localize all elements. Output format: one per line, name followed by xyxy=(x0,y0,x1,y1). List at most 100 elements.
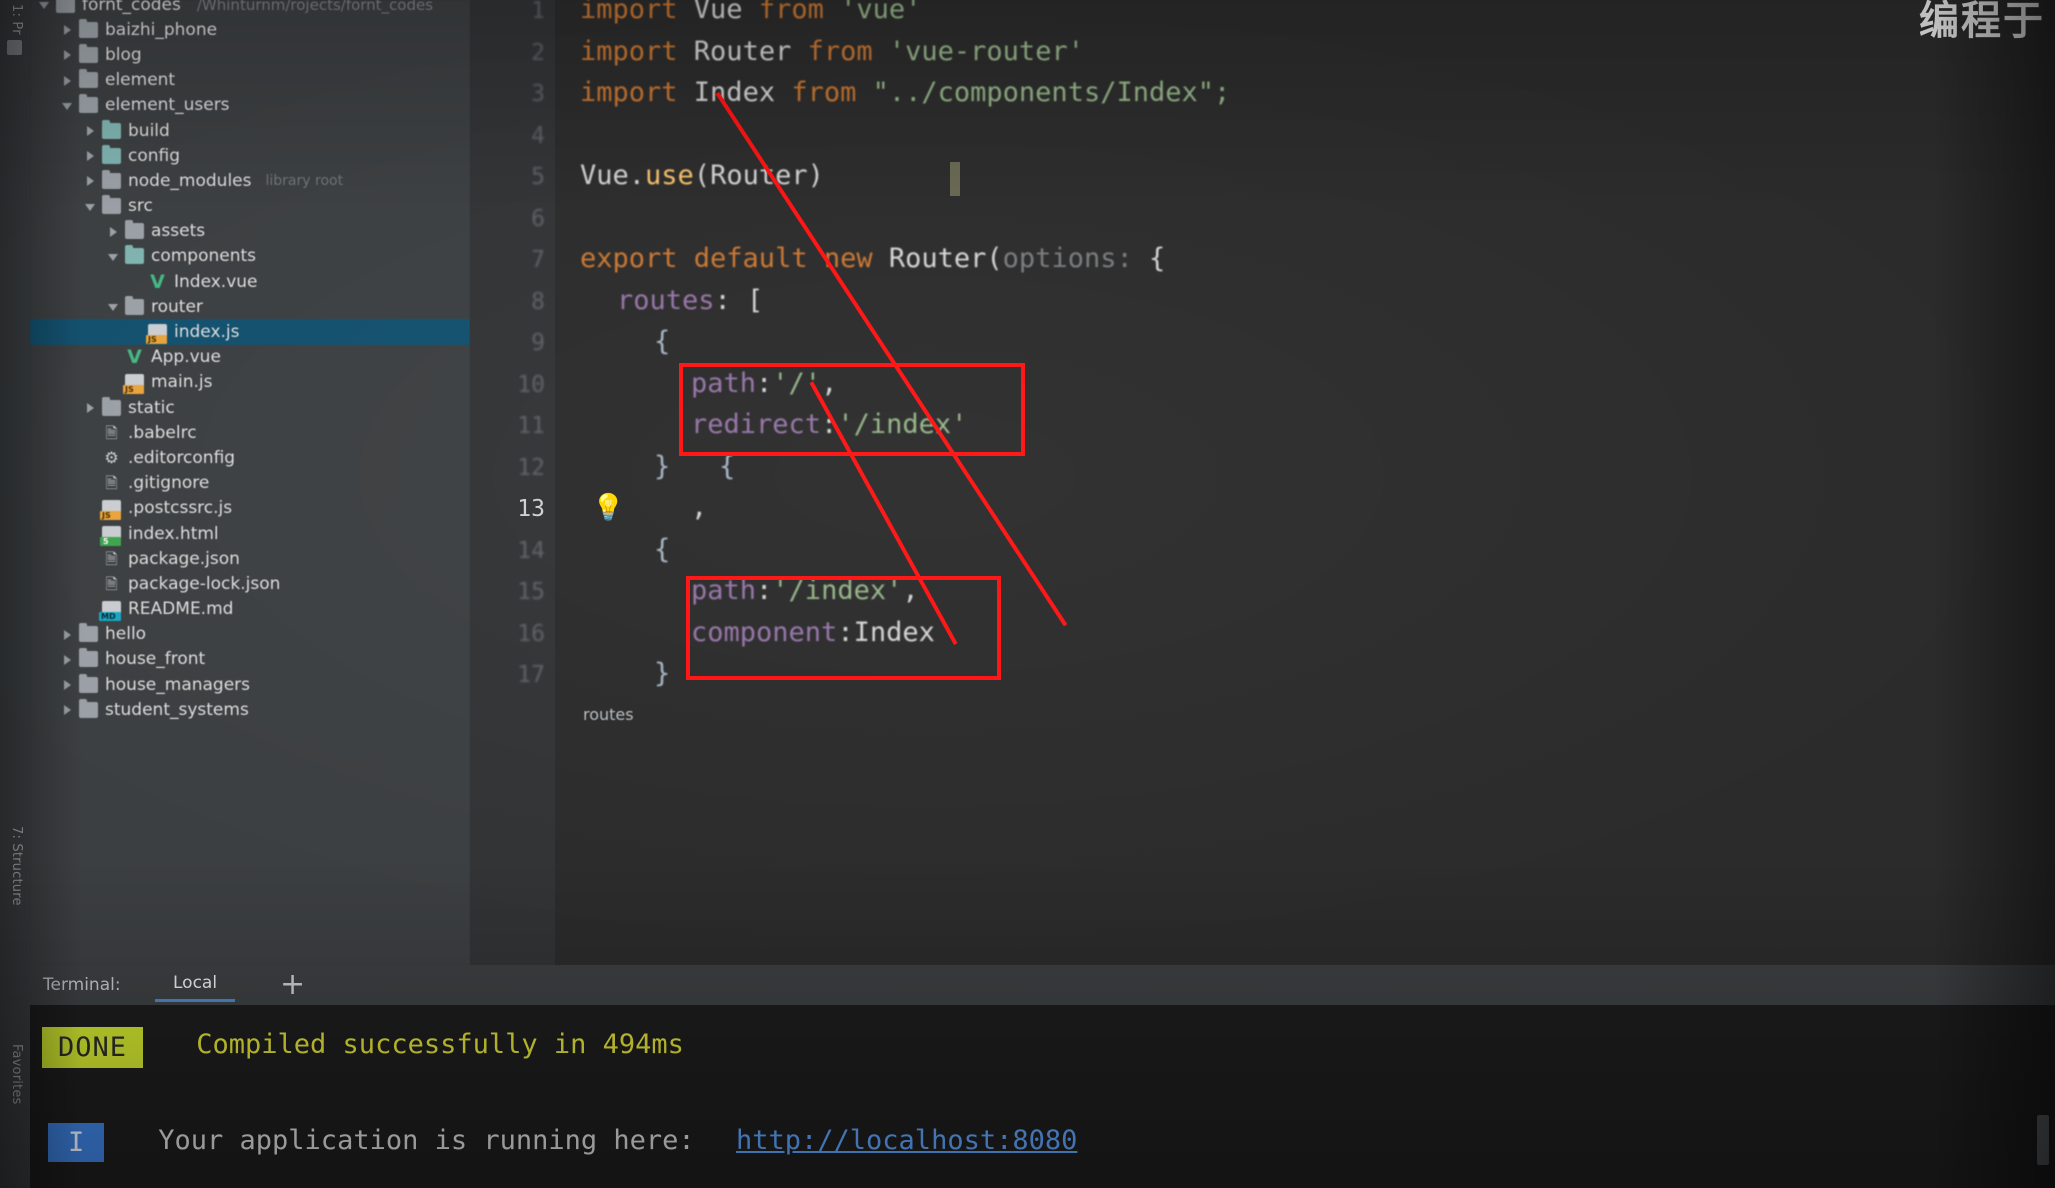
terminal-line-running-here: Your application is running here: xyxy=(142,1125,711,1156)
tree-node[interactable]: baizhi_phone xyxy=(30,17,470,42)
tree-node[interactable]: 🗎 package.json xyxy=(30,546,470,571)
tree-node[interactable]: V App.vue xyxy=(30,345,470,370)
code-token: : [ xyxy=(714,284,764,316)
code-token: { xyxy=(654,533,671,565)
vue-file-icon: V xyxy=(150,270,165,293)
tool-window-button-favorites[interactable]: Favorites xyxy=(9,1044,24,1105)
folder-icon xyxy=(56,0,75,13)
folder-icon xyxy=(79,43,98,63)
tree-node[interactable]: V Index.vue xyxy=(30,269,470,294)
tree-node[interactable]: README.md xyxy=(30,597,470,622)
tree-node[interactable]: index.html xyxy=(30,521,470,546)
tree-node[interactable]: fornt_codes/Whinturnm/rojects/fornt_code… xyxy=(30,0,470,17)
tree-node[interactable]: element xyxy=(30,68,470,93)
editor-gutter[interactable]: 1 2 3 4 5 6 7 8 9 10 11 12 13 14 15 16 17 xyxy=(470,0,555,965)
tree-node-label: node_modules xyxy=(128,170,252,191)
breadcrumb[interactable]: routes xyxy=(583,705,634,724)
config-file-icon: 🗎 xyxy=(105,574,118,593)
chevron-open-icon[interactable] xyxy=(61,99,74,112)
tree-node[interactable]: assets xyxy=(30,219,470,244)
code-line[interactable]: Vue.use(Router) xyxy=(580,160,824,191)
tree-node[interactable]: main.js xyxy=(30,370,470,395)
editor-code-area[interactable]: import Vue from 'vue' import Router from … xyxy=(555,0,2055,965)
line-number: 17 xyxy=(517,662,545,688)
tree-node[interactable]: node_modules library root xyxy=(30,168,470,193)
project-tool-window[interactable]: fornt_codes/Whinturnm/rojects/fornt_code… xyxy=(30,0,470,965)
tree-node[interactable]: router xyxy=(30,294,470,319)
tree-node[interactable]: src xyxy=(30,194,470,219)
html-file-icon xyxy=(100,525,121,546)
terminal-tab-local[interactable]: Local xyxy=(155,973,236,1002)
code-line[interactable]: } xyxy=(654,658,670,689)
tree-node[interactable]: config xyxy=(30,143,470,168)
code-token: Index xyxy=(693,77,776,108)
code-token: Vue xyxy=(693,0,743,25)
chevron-closed-icon[interactable] xyxy=(61,653,74,666)
tree-node[interactable]: 🗎 .babelrc xyxy=(30,420,470,445)
intention-bulb-icon[interactable]: 💡 xyxy=(592,493,624,523)
tree-node-label: assets xyxy=(151,221,206,242)
chevron-open-icon[interactable] xyxy=(38,0,51,11)
code-line[interactable]: import Index from "../components/Index"; xyxy=(580,77,1230,108)
tree-node[interactable]: 🗎 package-lock.json xyxy=(30,571,470,596)
code-token: from xyxy=(742,0,841,25)
chevron-closed-icon[interactable] xyxy=(61,23,74,36)
chevron-closed-icon[interactable] xyxy=(84,149,97,162)
code-token: import xyxy=(580,77,694,108)
tree-node-label: element_users xyxy=(105,95,230,116)
tree-node-label: static xyxy=(128,397,175,418)
chevron-closed-icon[interactable] xyxy=(84,401,97,414)
chevron-closed-icon[interactable] xyxy=(61,74,74,87)
project-tree[interactable]: fornt_codes/Whinturnm/rojects/fornt_code… xyxy=(30,0,470,722)
code-line[interactable]: , xyxy=(691,492,707,523)
code-line[interactable]: export default new Router(options: { xyxy=(580,243,1165,274)
tree-node[interactable]: hello xyxy=(30,622,470,647)
tree-node[interactable]: house_front xyxy=(30,647,470,672)
code-token: Router xyxy=(693,35,792,67)
chevron-closed-icon[interactable] xyxy=(61,48,74,61)
terminal-label: Terminal: xyxy=(43,975,121,995)
chevron-closed-icon[interactable] xyxy=(84,124,97,137)
js-file-icon xyxy=(100,500,121,521)
code-line[interactable]: routes: [ xyxy=(617,285,763,316)
terminal-output[interactable]: DONE Compiled successfully in 494ms I Yo… xyxy=(30,1005,2055,1188)
tree-node[interactable]: 🗎 .gitignore xyxy=(30,471,470,496)
tree-node[interactable]: ⚙ .editorconfig xyxy=(30,445,470,470)
code-line[interactable]: import Vue from 'vue' xyxy=(580,0,921,25)
tree-node[interactable]: element_users xyxy=(30,93,470,118)
tree-node[interactable]: build xyxy=(30,118,470,143)
chevron-closed-icon[interactable] xyxy=(61,628,74,641)
terminal-link-localhost[interactable]: http://localhost:8080 xyxy=(736,1125,1077,1156)
tool-window-button-project[interactable]: 1: Pr xyxy=(9,4,24,35)
chevron-closed-icon[interactable] xyxy=(61,678,74,691)
code-line[interactable]: { xyxy=(654,534,670,565)
tree-node[interactable]: index.js xyxy=(30,319,470,345)
tree-node[interactable]: .postcssrc.js xyxy=(30,496,470,521)
code-editor[interactable]: 1 2 3 4 5 6 7 8 9 10 11 12 13 14 15 16 17 import Vue fro… xyxy=(470,0,2055,965)
terminal-scrollbar[interactable] xyxy=(2037,1115,2049,1165)
tree-node-label: README.md xyxy=(128,599,234,620)
tree-node[interactable]: student_systems xyxy=(30,697,470,722)
code-line[interactable]: import Router from 'vue-router' xyxy=(580,36,1084,67)
chevron-open-icon[interactable] xyxy=(107,250,120,263)
line-number: 1 xyxy=(531,0,545,24)
line-number: 9 xyxy=(531,330,545,356)
tool-window-button-structure[interactable]: 7: Structure xyxy=(9,826,24,906)
code-token: Router( xyxy=(888,243,1003,274)
tree-node[interactable]: components xyxy=(30,244,470,269)
chevron-closed-icon[interactable] xyxy=(61,703,74,716)
tree-node[interactable]: blog xyxy=(30,42,470,67)
add-terminal-tab-button[interactable]: + xyxy=(280,967,305,1002)
tree-node-label: student_systems xyxy=(105,699,249,720)
tree-node[interactable]: house_managers xyxy=(30,672,470,697)
chevron-open-icon[interactable] xyxy=(84,200,97,213)
tree-node[interactable]: static xyxy=(30,395,470,420)
chevron-open-icon[interactable] xyxy=(107,300,120,313)
chevron-closed-icon[interactable] xyxy=(84,174,97,187)
tree-node-path: /Whinturnm/rojects/fornt_codes xyxy=(196,0,434,14)
code-line[interactable]: { xyxy=(654,326,670,357)
chevron-closed-icon[interactable] xyxy=(107,225,120,238)
tree-node-label: package-lock.json xyxy=(128,573,281,594)
